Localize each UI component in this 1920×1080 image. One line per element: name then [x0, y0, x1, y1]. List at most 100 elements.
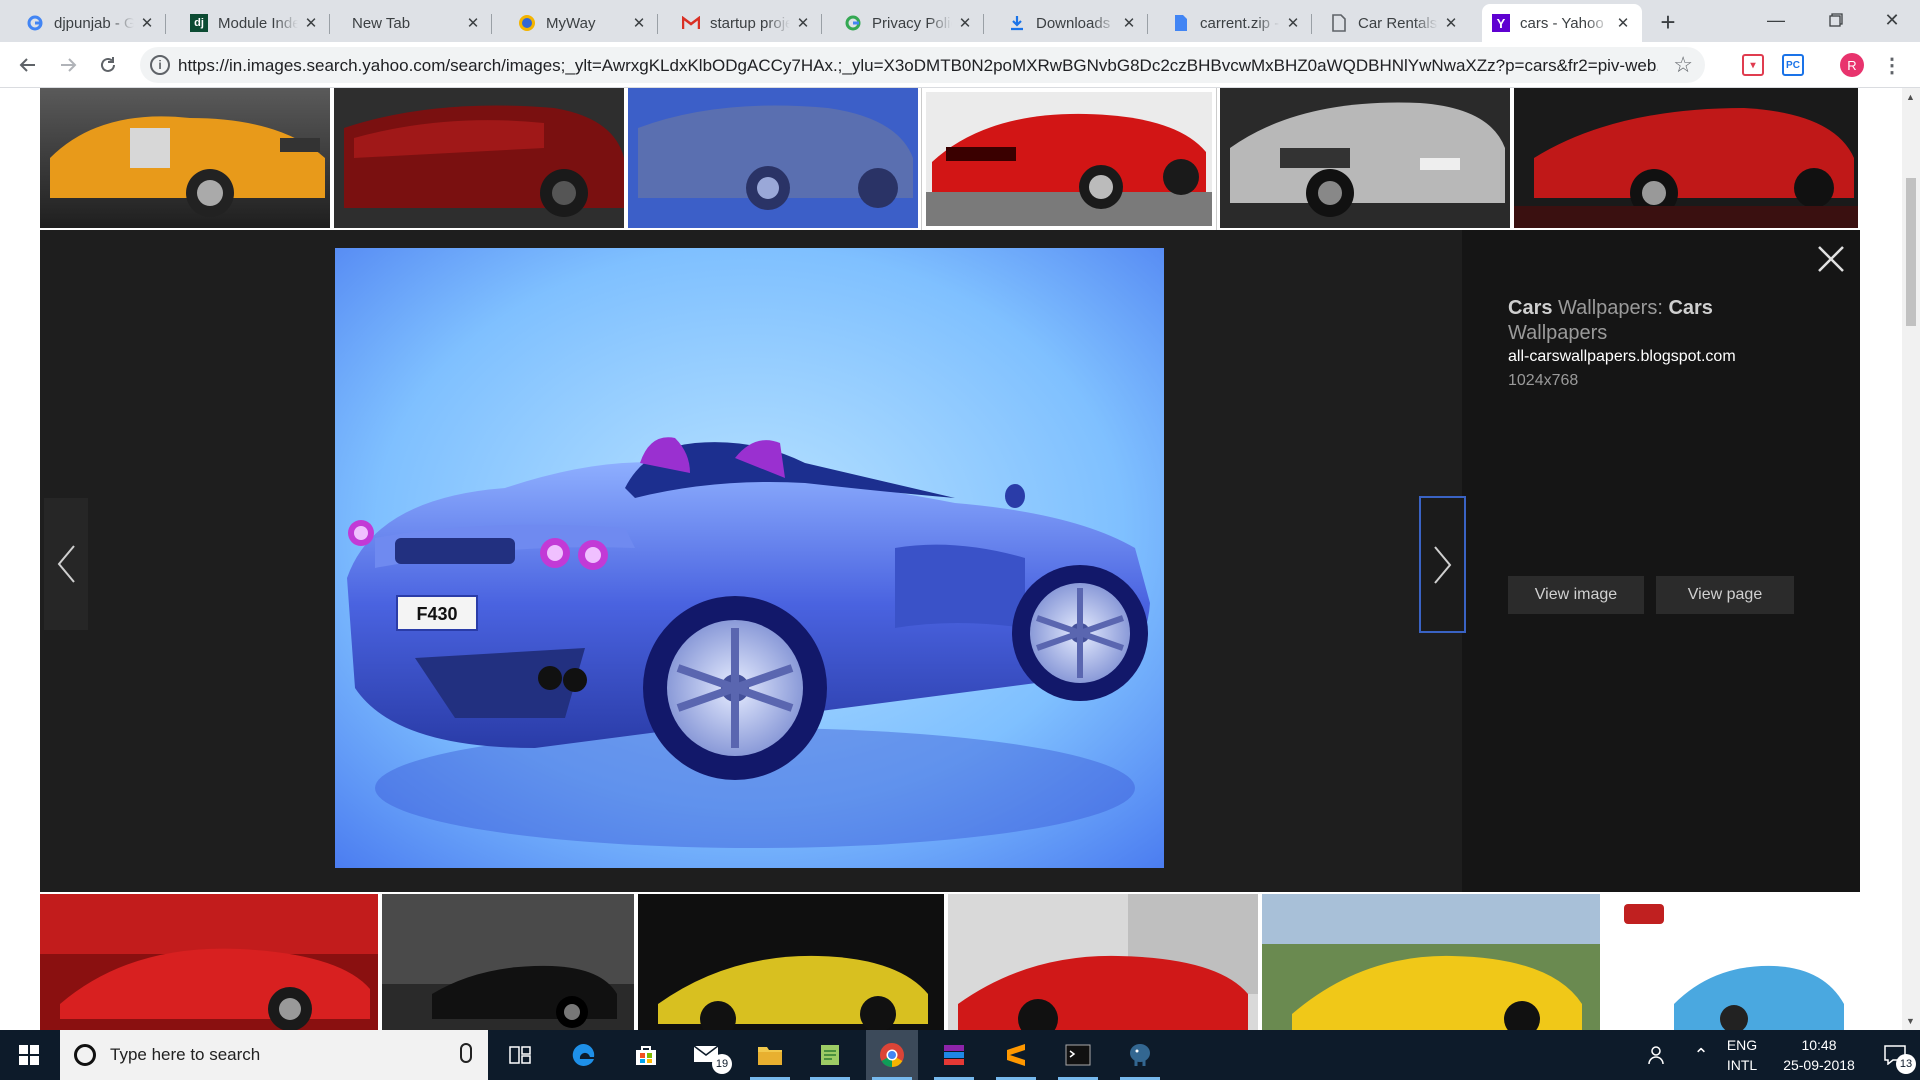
close-window-button[interactable]: ✕ — [1862, 0, 1920, 40]
terminal-icon[interactable] — [1052, 1030, 1104, 1080]
tab-carrent-zip[interactable]: carrent.zip - ✕ — [1162, 4, 1312, 42]
mail-badge: 19 — [712, 1054, 732, 1074]
tab-myway[interactable]: MyWay ✕ — [508, 4, 658, 42]
forward-arrow-icon — [61, 58, 77, 72]
language-indicator[interactable]: ENG INTL — [1718, 1030, 1766, 1080]
previous-image-button[interactable] — [44, 498, 88, 630]
url-text[interactable]: https://in.images.search.yahoo.com/searc… — [178, 56, 1658, 76]
bookmark-star-icon[interactable]: ☆ — [1673, 52, 1693, 78]
django-icon: dj — [190, 14, 208, 32]
edge-icon[interactable] — [558, 1030, 610, 1080]
close-tab-icon[interactable]: ✕ — [302, 14, 320, 32]
myway-icon — [518, 14, 536, 32]
sublime-icon[interactable] — [990, 1030, 1042, 1080]
notepad-icon[interactable] — [804, 1030, 856, 1080]
profile-avatar[interactable]: R — [1840, 53, 1864, 77]
tab-separator — [1311, 14, 1312, 34]
tab-separator — [491, 14, 492, 34]
thumbnail-red-ferrari-599[interactable] — [1514, 88, 1858, 228]
tab-separator — [657, 14, 658, 34]
preview-image[interactable]: F430 — [335, 248, 1164, 868]
preview-stage: F430 — [40, 230, 1466, 892]
task-view-icon[interactable] — [494, 1030, 546, 1080]
tab-title: MyWay — [546, 14, 626, 32]
thumbnail-red-dodge-viper[interactable] — [921, 88, 1217, 231]
image-source-link[interactable]: all-carswallpapers.blogspot.com — [1508, 348, 1736, 366]
language-code: ENG — [1726, 1037, 1758, 1053]
people-icon[interactable] — [1640, 1030, 1676, 1080]
tab-car-rentals[interactable]: Car Rentals ✕ — [1320, 4, 1470, 42]
forward-button[interactable] — [52, 49, 84, 81]
close-tab-icon[interactable]: ✕ — [1120, 14, 1138, 32]
windows-logo-icon — [19, 1045, 39, 1065]
mail-icon[interactable]: 19 — [682, 1030, 734, 1080]
clock-time: 10:48 — [1801, 1037, 1837, 1053]
thumbnail-red-audi-concept[interactable] — [334, 88, 624, 228]
image-title-text: Wallpapers — [1508, 322, 1608, 344]
tab-title: Privacy Policy — [872, 14, 952, 32]
tab-title: Downloads — [1036, 14, 1116, 32]
close-tab-icon[interactable]: ✕ — [956, 14, 974, 32]
image-title-bold: Cars — [1668, 297, 1713, 319]
tab-privacy-policy[interactable]: Privacy Policy ✕ — [834, 4, 984, 42]
close-tab-icon[interactable]: ✕ — [464, 14, 482, 32]
chevron-right-icon — [1433, 545, 1451, 584]
clock[interactable]: 10:48 25-09-2018 — [1770, 1030, 1868, 1080]
close-preview-button[interactable] — [1814, 242, 1848, 276]
image-title: Cars Wallpapers: Cars Wallpapers — [1508, 296, 1808, 346]
scrollbar-thumb[interactable] — [1906, 178, 1916, 326]
minimize-button[interactable]: — — [1746, 0, 1806, 40]
tab-title: New Tab — [352, 14, 460, 32]
tab-new-tab[interactable]: New Tab ✕ — [342, 4, 492, 42]
close-tab-icon[interactable]: ✕ — [794, 14, 812, 32]
action-center-button[interactable]: 13 — [1870, 1030, 1920, 1080]
tab-title: cars - Yahoo — [1520, 14, 1610, 32]
close-tab-icon[interactable]: ✕ — [1442, 14, 1460, 32]
tab-downloads[interactable]: Downloads ✕ — [998, 4, 1148, 42]
tab-cars-yahoo[interactable]: Y cars - Yahoo ✕ — [1482, 4, 1642, 42]
winrar-icon[interactable] — [928, 1030, 980, 1080]
microphone-icon[interactable] — [460, 1043, 472, 1063]
tab-startup-project[interactable]: startup project ✕ — [672, 4, 822, 42]
thumbnail-yellow-corvette[interactable] — [638, 894, 944, 1030]
browser-menu-icon[interactable]: ⋮ — [1882, 53, 1902, 77]
chrome-icon[interactable] — [866, 1030, 918, 1080]
thumbnail-black-spider[interactable] — [382, 894, 634, 1030]
tab-module-index[interactable]: dj Module Index ✕ — [180, 4, 330, 42]
close-tab-icon[interactable]: ✕ — [630, 14, 648, 32]
scroll-down-icon[interactable]: ▼ — [1906, 1016, 1915, 1026]
tab-djpunjab[interactable]: djpunjab - Google ✕ — [16, 4, 166, 42]
store-icon[interactable] — [620, 1030, 672, 1080]
close-tab-icon[interactable]: ✕ — [138, 14, 156, 32]
page-scrollbar[interactable]: ▲ ▼ — [1902, 88, 1920, 1030]
keyboard-layout: INTL — [1726, 1057, 1758, 1073]
restore-button[interactable] — [1806, 0, 1866, 40]
pc-icon[interactable]: PC — [1782, 54, 1804, 76]
address-bar[interactable]: i https://in.images.search.yahoo.com/sea… — [140, 47, 1705, 83]
close-tab-icon[interactable]: ✕ — [1284, 14, 1302, 32]
back-button[interactable] — [12, 49, 44, 81]
next-image-button[interactable] — [1419, 496, 1466, 633]
pocket-icon[interactable]: ▾ — [1742, 54, 1764, 76]
page-icon — [1330, 14, 1348, 32]
site-info-icon[interactable]: i — [150, 55, 170, 75]
new-tab-button[interactable]: + — [1652, 6, 1684, 38]
view-page-button[interactable]: View page — [1656, 576, 1794, 614]
start-button[interactable] — [0, 1030, 58, 1080]
thumbnail-blue-ferrari-spider[interactable] — [628, 88, 918, 228]
thumbnail-cars-movie-king[interactable] — [1604, 894, 1858, 1030]
taskbar-search-box[interactable]: Type here to search — [60, 1030, 488, 1080]
thumbnail-red-ferrari-concept[interactable] — [40, 894, 378, 1030]
scroll-up-icon[interactable]: ▲ — [1906, 92, 1915, 102]
download-icon — [1008, 14, 1026, 32]
thumbnail-yellow-ferrari-458[interactable] — [1262, 894, 1600, 1030]
view-image-button[interactable]: View image — [1508, 576, 1644, 614]
file-explorer-icon[interactable] — [744, 1030, 796, 1080]
chevron-up-icon[interactable]: ⌃ — [1684, 1030, 1718, 1080]
thumbnail-red-ferrari-458[interactable] — [948, 894, 1258, 1030]
close-tab-icon[interactable]: ✕ — [1614, 14, 1632, 32]
postgres-icon[interactable] — [1114, 1030, 1166, 1080]
reload-button[interactable] — [92, 49, 124, 81]
thumbnail-orange-mg-car[interactable] — [40, 88, 330, 228]
thumbnail-silver-audi-concept[interactable] — [1220, 88, 1510, 228]
